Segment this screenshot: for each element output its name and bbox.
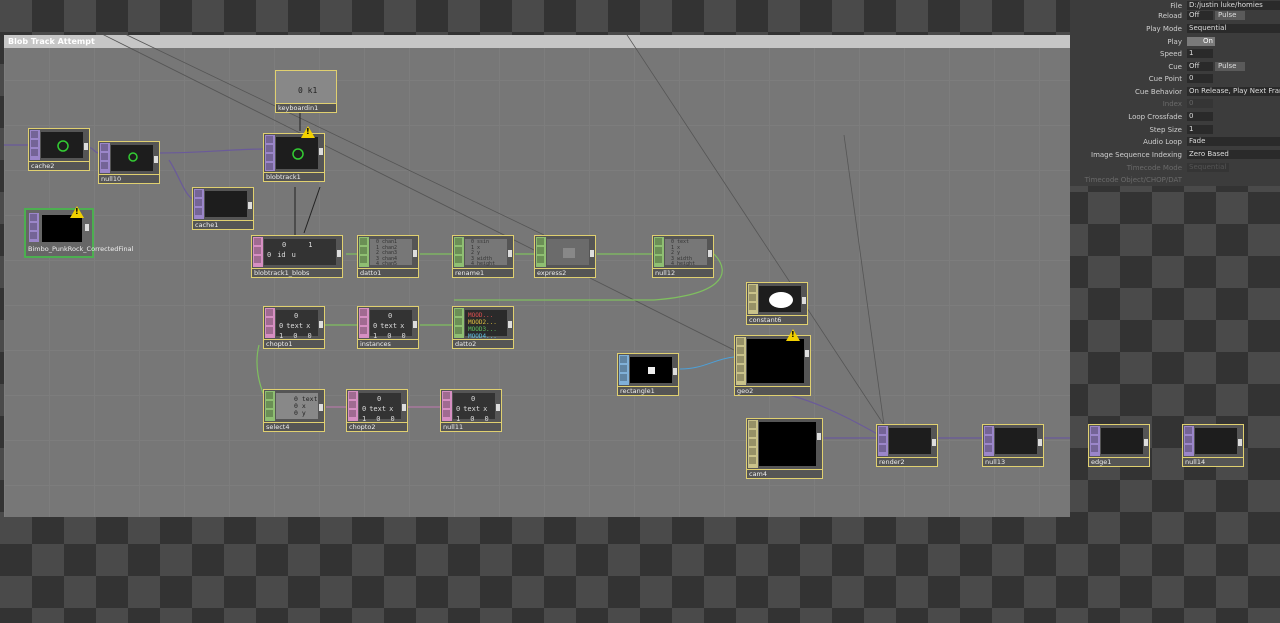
param-imagesequenceindexing[interactable]: Image Sequence Indexing Zero Based [1070,149,1280,161]
param-cuebehavior[interactable]: Cue BehaviorOn Release, Play Next Frame [1070,86,1280,98]
node-label: cache2 [28,162,90,171]
node-label: null10 [98,175,160,184]
node-instances[interactable]: 0 0 text x 100 instances [357,306,419,350]
node-render2[interactable]: render2 [876,424,938,468]
parameter-panel: File D:/justin luke/homies Reload Off Pulse… [1070,0,1280,186]
playmode-menu[interactable]: Sequential [1187,24,1280,33]
param-reload[interactable]: Reload Off Pulse [1070,10,1280,22]
node-label: keyboardin1 [275,104,337,113]
node-datto2[interactable]: MOOD... MOOD2... MOOD3... MOOD4... datto2 [452,306,514,350]
node-label: rectangle1 [617,387,679,396]
node-label: cam4 [746,470,823,479]
audioloop-menu[interactable]: Fade [1187,137,1280,146]
node-label: null14 [1182,458,1244,467]
param-playmode[interactable]: Play Mode Sequential [1070,23,1280,35]
node-null13[interactable]: null13 [982,424,1044,468]
node-label: geo2 [734,387,811,396]
node-label: blobtrack1_blobs [251,269,343,278]
node-label: instances [357,340,419,349]
node-blobtrack1[interactable]: blobtrack1 [263,126,325,183]
node-null11[interactable]: 0 0 text x 100 null11 [440,389,502,433]
node-label: render2 [876,458,938,467]
node-label: null13 [982,458,1044,467]
cue-pulse-button[interactable]: Pulse [1215,62,1245,71]
node-cache1[interactable]: cache1 [192,187,254,230]
node-blobtrack1-blobs[interactable]: 01 0 id u blobtrack1_blobs [251,235,343,279]
imagesequenceindexing-menu[interactable]: Zero Based [1187,150,1280,159]
network-editor[interactable]: Blob Track Attempt cache2 null10 0 k1 ke… [4,35,1070,517]
node-label: edge1 [1088,458,1150,467]
node-keyboardin1[interactable]: 0 k1 keyboardin1 [275,70,337,113]
reload-toggle[interactable]: Off [1187,11,1213,20]
node-label: datto2 [452,340,514,349]
param-index: Index 0 [1070,98,1280,110]
node-label: select4 [263,423,325,432]
play-toggle[interactable]: On [1187,37,1215,46]
node-null12[interactable]: 0 text 1 x2 y3 width 4 height null12 [652,235,714,279]
node-label: chopto2 [346,423,408,432]
param-stepsize[interactable]: Step Size 1 [1070,124,1280,136]
node-cam4[interactable]: cam4 [746,418,823,480]
param-timecodeobject: Timecode Object/CHOP/DAT [1084,176,1182,184]
node-edge1[interactable]: edge1 [1088,424,1150,468]
param-loopcrossfade[interactable]: Loop Crossfade 0 [1070,111,1280,123]
node-chopto2[interactable]: 0 0 text x 100 chopto2 [346,389,408,433]
speed-field[interactable]: 1 [1187,49,1213,58]
param-play[interactable]: Play On [1070,36,1280,48]
node-label: constant6 [746,316,808,325]
node-label: express2 [534,269,596,278]
node-cache2[interactable]: cache2 [28,128,90,171]
node-chopto1[interactable]: 0 0 text x 100 chopto1 [263,306,325,350]
cuebehavior-menu[interactable]: On Release, Play Next Frame [1187,87,1280,96]
node-rename1[interactable]: 0 ssin 1 x2 y3 width 4 height rename1 [452,235,514,279]
node-label: cache1 [192,221,254,230]
loopcrossfade-field[interactable]: 0 [1187,112,1213,121]
node-label: null11 [440,423,502,432]
node-label: null12 [652,269,714,278]
node-label: blobtrack1 [263,173,325,182]
node-rectangle1[interactable]: rectangle1 [617,353,679,397]
keyboard-value: 0 k1 [298,86,318,95]
node-label: Bimbo_PunkRock_CorrectedFinal [28,245,134,253]
node-select4[interactable]: 0 text 0 x0 y select4 [263,389,325,433]
param-timecodemode: Timecode Mode Sequential [1070,162,1280,174]
node-label: chopto1 [263,340,325,349]
param-speed[interactable]: Speed 1 [1070,48,1280,60]
node-null14[interactable]: null14 [1182,424,1244,468]
warning-icon [70,206,84,218]
param-cue[interactable]: Cue Off Pulse [1070,61,1280,73]
node-express2[interactable]: express2 [534,235,596,279]
node-null10[interactable]: null10 [98,141,160,184]
stepsize-field[interactable]: 1 [1187,125,1213,134]
warning-icon [786,329,800,341]
node-geo2[interactable]: geo2 [734,329,811,397]
param-audioloop[interactable]: Audio Loop Fade [1070,136,1280,148]
reload-pulse-button[interactable]: Pulse [1215,11,1245,20]
node-bimbo-punkrock[interactable]: Bimbo_PunkRock_CorrectedFinal [24,206,134,258]
node-constant6[interactable]: constant6 [746,282,808,326]
warning-icon [301,126,315,138]
node-datto1[interactable]: 0 chan1 1 chan2 2 chan3 3 chan4 4 chan5 datt… [357,235,419,279]
cuepoint-field[interactable]: 0 [1187,74,1213,83]
file-field[interactable]: D:/justin luke/homies [1187,1,1280,10]
node-label: datto1 [357,269,419,278]
param-cuepoint[interactable]: Cue Point 0 [1070,73,1280,85]
node-label: rename1 [452,269,514,278]
cue-toggle[interactable]: Off [1187,62,1213,71]
